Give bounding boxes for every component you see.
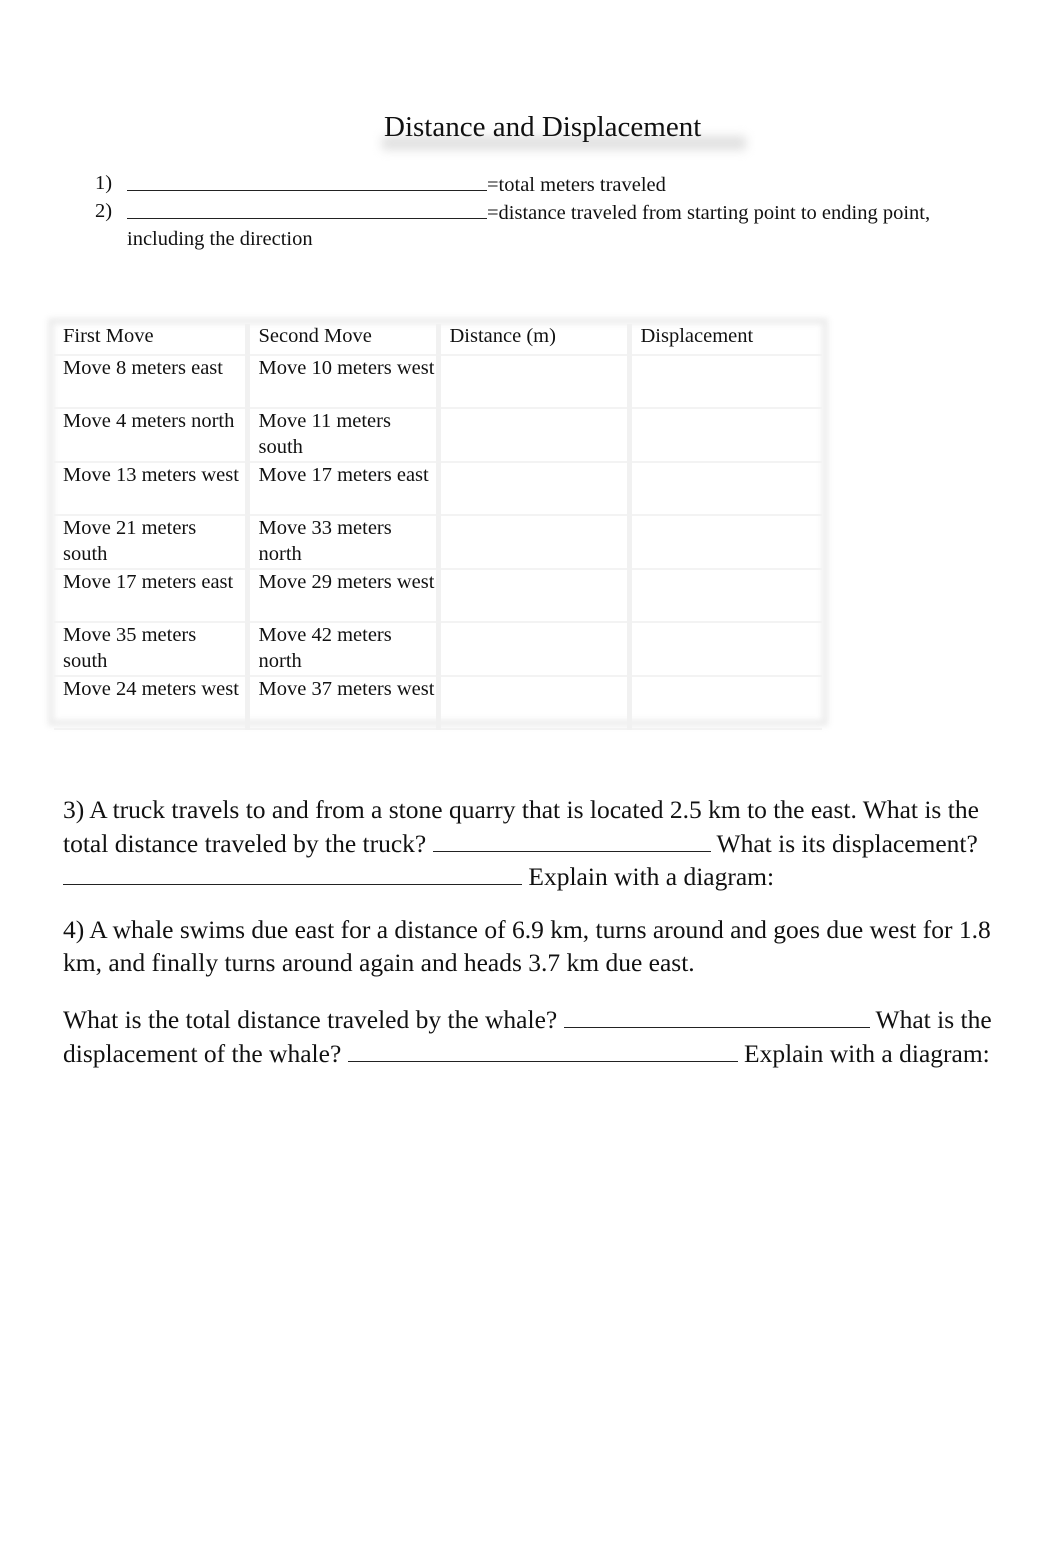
question-3-text: What is its displacement? (710, 828, 978, 858)
distance-cell[interactable] (435, 355, 629, 409)
distance-cell[interactable] (435, 462, 629, 516)
displacement-cell[interactable] (626, 355, 822, 409)
distance-cell[interactable] (435, 569, 629, 623)
worksheet-page: Distance and Displacement 1) =total mete… (0, 0, 1062, 1561)
displacement-cell[interactable] (626, 515, 822, 570)
definition-number: 1) (95, 172, 113, 194)
distance-cell[interactable] (435, 622, 629, 677)
first-move-cell: Move 21 meters south (54, 515, 247, 570)
page-title: Distance and Displacement (384, 111, 702, 143)
question-4-statement: 4) A whale swims due east for a distance… (63, 915, 991, 977)
second-move-cell: Move 11 meters south (244, 408, 438, 463)
question-3: 3) A truck travels to and from a stone q… (63, 794, 1003, 894)
moves-table-container: First Move Second Move Distance (m) Disp… (48, 318, 828, 730)
second-move-cell: Move 37 meters west (244, 676, 438, 730)
first-move-cell: Move 24 meters west (54, 676, 247, 730)
second-move-cell: Move 33 meters north (244, 515, 438, 570)
table-row: Move 24 meters west Move 37 meters west (54, 676, 822, 730)
table-row: Move 8 meters east Move 10 meters west (54, 355, 822, 409)
table-row: Move 35 meters south Move 42 meters nort… (54, 622, 822, 677)
second-move-cell: Move 10 meters west (244, 355, 438, 409)
distance-cell[interactable] (435, 676, 629, 730)
second-move-cell: Move 17 meters east (244, 462, 438, 516)
definition-number: 2) (95, 200, 113, 222)
displacement-cell[interactable] (626, 462, 822, 516)
displacement-cell[interactable] (626, 622, 822, 677)
definition-1-answer-blank[interactable] (127, 170, 487, 191)
first-move-cell: Move 35 meters south (54, 622, 247, 677)
definition-2-answer-blank[interactable] (127, 198, 487, 219)
table-header-row: First Move Second Move Distance (m) Disp… (54, 324, 822, 356)
question-4-displacement-blank[interactable] (347, 1037, 738, 1062)
first-move-cell: Move 8 meters east (54, 355, 247, 409)
question-4-distance-blank[interactable] (563, 1003, 870, 1028)
displacement-cell[interactable] (626, 408, 822, 463)
moves-table: First Move Second Move Distance (m) Disp… (54, 324, 822, 730)
table-row: Move 21 meters south Move 33 meters nort… (54, 515, 822, 570)
question-3-text: Explain with a diagram: (522, 862, 775, 891)
table-row: Move 13 meters west Move 17 meters east (54, 462, 822, 516)
distance-cell[interactable] (435, 515, 629, 570)
header-displacement: Displacement (626, 324, 822, 356)
question-4-text: What is the total distance traveled by t… (63, 1005, 564, 1034)
displacement-cell[interactable] (626, 676, 822, 730)
header-first-move: First Move (54, 324, 247, 356)
question-4-prompts: What is the total distance traveled by t… (63, 1003, 1003, 1070)
definitions-list: 1) =total meters traveled 2) =distance t… (95, 170, 995, 252)
question-4-text: Explain with a diagram: (737, 1038, 990, 1068)
header-distance: Distance (m) (435, 324, 629, 356)
distance-cell[interactable] (435, 408, 629, 463)
definition-text: =total meters traveled (487, 174, 666, 196)
second-move-cell: Move 29 meters west (244, 569, 438, 623)
second-move-cell: Move 42 meters north (244, 622, 438, 677)
question-3-displacement-blank[interactable] (63, 860, 522, 885)
first-move-cell: Move 17 meters east (54, 569, 247, 623)
header-second-move: Second Move (244, 324, 438, 356)
definition-item: 2) =distance traveled from starting poin… (95, 198, 995, 252)
definition-item: 1) =total meters traveled (95, 170, 995, 198)
displacement-cell[interactable] (626, 569, 822, 623)
first-move-cell: Move 13 meters west (54, 462, 247, 516)
table-row: Move 4 meters north Move 11 meters south (54, 408, 822, 463)
table-row: Move 17 meters east Move 29 meters west (54, 569, 822, 623)
question-3-distance-blank[interactable] (432, 827, 711, 852)
first-move-cell: Move 4 meters north (54, 408, 247, 463)
